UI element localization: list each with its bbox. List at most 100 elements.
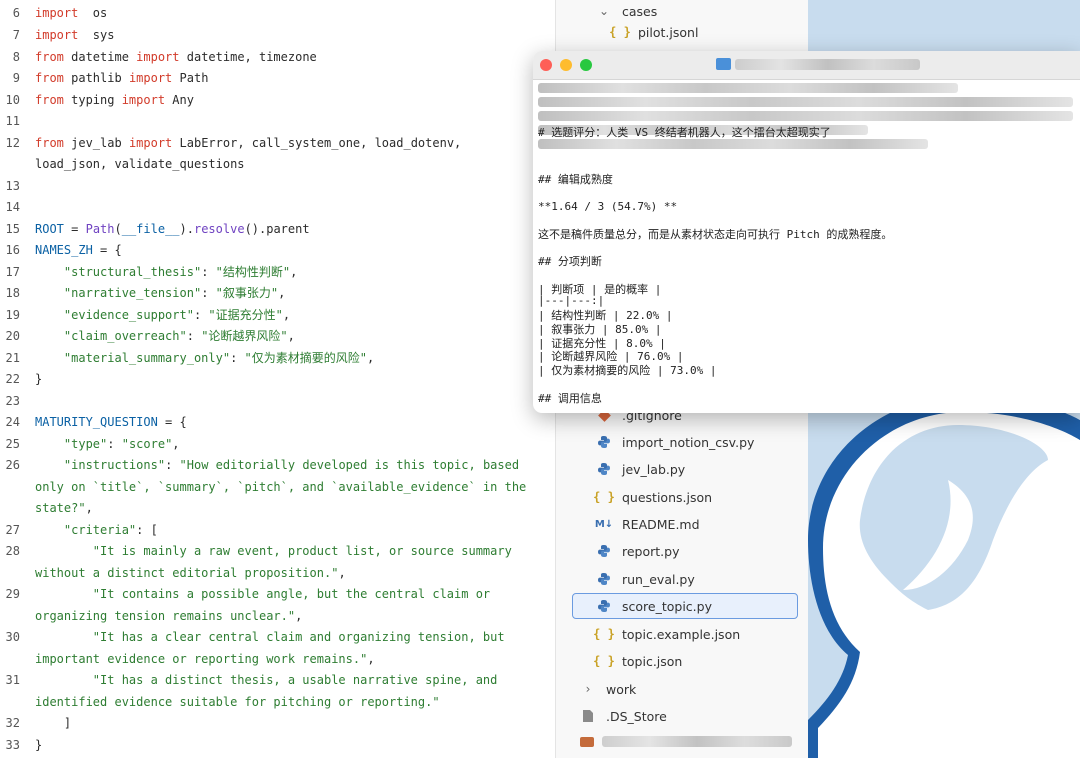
code-token: ,	[287, 329, 295, 343]
file-readme[interactable]: M↓ README.md	[594, 511, 700, 537]
code-token: "It has a distinct thesis, a usable narr…	[92, 673, 498, 687]
line-number: 9	[12, 71, 20, 85]
markdown-file-icon: M↓	[594, 518, 614, 530]
terminal-line: |---|---:|	[538, 294, 605, 307]
file-topic-json[interactable]: { } topic.json	[593, 648, 682, 674]
code-token: import	[35, 28, 79, 42]
code-token: :	[186, 329, 202, 343]
code-token: ]	[35, 716, 72, 730]
code-text: load_json, validate_questions	[35, 154, 245, 176]
file-questions-json[interactable]: { } questions.json	[593, 484, 713, 510]
folder-icon	[716, 58, 731, 70]
zoom-icon[interactable]	[580, 59, 592, 71]
code-token: "How editorially developed is this topic…	[179, 458, 520, 472]
code-token: import	[136, 50, 180, 64]
code-token: = {	[92, 243, 122, 257]
code-text: ]	[35, 713, 71, 735]
line-number: 15	[5, 222, 20, 236]
code-token: LabError, call_system_one, load_dotenv,	[172, 136, 462, 150]
line-number: 28	[5, 544, 20, 558]
json-file-icon: { }	[609, 25, 631, 39]
code-text: "structural_thesis": "结构性判断",	[35, 262, 297, 284]
code-text: "narrative_tension": "叙事张力",	[35, 283, 285, 305]
blurred-window-title	[735, 59, 920, 70]
line-number: 25	[5, 437, 20, 451]
code-token: from	[35, 50, 64, 64]
code-token: "score"	[121, 437, 173, 451]
terminal-line: | 仅为素材摘要的风险 | 73.0% |	[538, 364, 717, 377]
code-text: "It is mainly a raw event, product list,…	[35, 541, 512, 563]
code-token: NAMES_ZH	[35, 243, 93, 257]
code-token: = {	[157, 415, 187, 429]
terminal-output[interactable]: # 选题评分：人类 VS 终结者机器人，这个擂台太超现实了 ## 编辑成熟度 **1…	[538, 81, 1078, 411]
python-file-icon	[596, 543, 612, 559]
file-report[interactable]: report.py	[596, 538, 679, 564]
python-file-icon	[596, 434, 612, 450]
file-ds-store[interactable]: .DS_Store	[580, 703, 667, 729]
code-text: without a distinct editorial proposition…	[35, 563, 346, 585]
blurred-file-item	[580, 736, 792, 747]
line-number: 12	[5, 136, 20, 150]
code-token: "论断越界风险"	[201, 329, 288, 343]
line-number: 7	[12, 28, 20, 42]
blurred-output-line	[538, 111, 1073, 121]
file-label: questions.json	[622, 489, 713, 505]
file-label: jev_lab.py	[622, 461, 686, 477]
file-label: report.py	[622, 543, 680, 559]
file-run-eval[interactable]: run_eval.py	[596, 566, 695, 592]
folder-work[interactable]: › work	[580, 676, 637, 702]
file-score-topic[interactable]: score_topic.py	[572, 593, 798, 619]
code-token: ,	[290, 265, 298, 279]
terminal-title-bar[interactable]	[533, 51, 1080, 80]
code-token: __file__	[121, 222, 180, 236]
file-topic-example-json[interactable]: { } topic.example.json	[593, 621, 740, 647]
chevron-right-icon: ›	[585, 682, 591, 696]
terminal-window[interactable]: # 选题评分：人类 VS 终结者机器人，这个擂台太超现实了 ## 编辑成熟度 **1…	[533, 51, 1080, 413]
code-text: "It has a clear central claim and organi…	[35, 627, 505, 649]
file-pilot-jsonl[interactable]: { } pilot.jsonl	[609, 19, 698, 45]
blurred-output-line	[538, 83, 958, 93]
line-number: 18	[5, 286, 20, 300]
code-token: import	[35, 6, 79, 20]
code-token: without a distinct editorial proposition…	[35, 566, 339, 580]
code-token: ROOT	[35, 222, 64, 236]
terminal-line: ## 编辑成熟度	[538, 173, 613, 186]
code-token: :	[201, 286, 216, 300]
code-token: ,	[295, 609, 303, 623]
json-file-icon: { }	[593, 654, 615, 668]
line-number: 27	[5, 523, 20, 537]
file-label: score_topic.py	[622, 598, 712, 614]
python-file-icon	[596, 598, 612, 614]
code-text: identified evidence suitable for pitchin…	[35, 692, 440, 714]
code-token: ,	[282, 308, 291, 322]
code-text: }	[35, 735, 42, 757]
line-number: 6	[12, 6, 20, 20]
code-token: only on `title`, `summary`, `pitch`, and…	[35, 480, 527, 494]
code-token: "仅为素材摘要的风险"	[244, 351, 367, 365]
code-text: "material_summary_only": "仅为素材摘要的风险",	[35, 348, 374, 370]
code-token: "type"	[63, 437, 108, 451]
code-token: ,	[172, 437, 180, 451]
code-token: import	[128, 71, 173, 85]
code-token: datetime, timezone	[179, 50, 317, 64]
code-token: "结构性判断"	[215, 265, 291, 279]
code-text: "claim_overreach": "论断越界风险",	[35, 326, 295, 348]
json-file-icon: { }	[593, 490, 615, 504]
close-icon[interactable]	[540, 59, 552, 71]
code-token: typing	[63, 93, 122, 107]
line-number: 21	[5, 351, 20, 365]
file-import-notion-csv[interactable]: import_notion_csv.py	[596, 429, 754, 455]
python-file-icon	[596, 571, 612, 587]
minimize-icon[interactable]	[560, 59, 572, 71]
code-text: only on `title`, `summary`, `pitch`, and…	[35, 477, 526, 499]
python-file-icon	[596, 461, 612, 477]
file-jev-lab[interactable]: jev_lab.py	[596, 456, 685, 482]
code-token: load_json, validate_questions	[35, 157, 245, 171]
code-editor[interactable]: 6 import os 7 import sys 8 from datetime impo…	[0, 0, 555, 758]
code-text: from datetime import datetime, timezone	[35, 47, 317, 69]
line-number: 23	[5, 394, 20, 408]
